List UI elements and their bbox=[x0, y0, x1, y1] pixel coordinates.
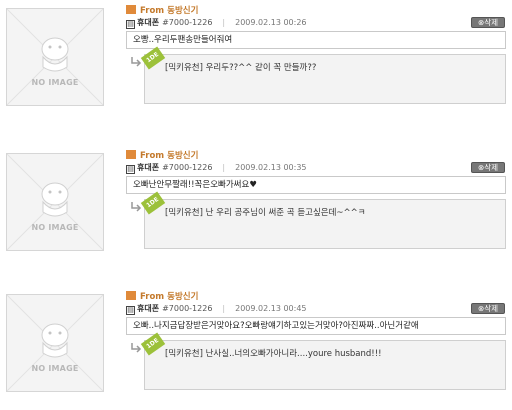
from-line: From 동방신기 bbox=[126, 149, 198, 161]
message-text: 오빠난안무짤래!!꼭은오빠가써요♥ bbox=[126, 176, 506, 194]
phone-icon: ▤ bbox=[126, 306, 135, 315]
reply-text: [믹키유천] 난사실..너의오빠가아니라....youre husband!!! bbox=[165, 349, 382, 359]
no-image-label: NO IMAGE bbox=[31, 78, 79, 87]
phone-label: 휴대폰 bbox=[137, 163, 160, 172]
message-text: 오빠..나지금답장받은거맞아요?오빠랑얘기하고있는거맞아?아진짜짜..아닌거같애 bbox=[126, 317, 506, 335]
phone-icon: ▤ bbox=[126, 20, 135, 29]
no-image-label: NO IMAGE bbox=[31, 223, 79, 232]
from-prefix: From bbox=[140, 292, 165, 302]
phone-number: #7000-1226 bbox=[162, 18, 213, 27]
meta-line: ▤ 휴대폰 #7000-1226 | 2009.02.13 00:26 bbox=[126, 17, 307, 29]
reply-box: 1DE [믹키유천] 우리두??^^ 같이 꼭 만들까?? bbox=[140, 46, 506, 104]
from-prefix: From bbox=[140, 151, 165, 161]
reply-text: [믹키유천] 우리두??^^ 같이 꼭 만들까?? bbox=[165, 63, 317, 73]
separator: | bbox=[222, 18, 226, 27]
delete-label: 삭제 bbox=[484, 163, 499, 172]
profile-thumbnail[interactable]: NO IMAGE bbox=[6, 294, 104, 392]
profile-thumbnail[interactable]: NO IMAGE bbox=[6, 153, 104, 251]
from-line: From 동방신기 bbox=[126, 4, 198, 16]
delete-button[interactable]: ⊗삭제 bbox=[471, 303, 505, 314]
reply-box: 1DE [믹키유천] 난사실..너의오빠가아니라....youre husban… bbox=[140, 332, 506, 390]
from-icon bbox=[126, 150, 136, 159]
timestamp: 2009.02.13 00:45 bbox=[235, 304, 307, 313]
from-icon bbox=[126, 291, 136, 300]
from-icon bbox=[126, 5, 136, 14]
delete-button[interactable]: ⊗삭제 bbox=[471, 17, 505, 28]
meta-line: ▤ 휴대폰 #7000-1226 | 2009.02.13 00:35 bbox=[126, 162, 307, 174]
profile-thumbnail[interactable]: NO IMAGE bbox=[6, 8, 104, 106]
phone-label: 휴대폰 bbox=[137, 304, 160, 313]
phone-number: #7000-1226 bbox=[162, 163, 213, 172]
phone-number: #7000-1226 bbox=[162, 304, 213, 313]
delete-label: 삭제 bbox=[484, 304, 499, 313]
message-text: 오빵..우리두팬송만들어줘여 bbox=[126, 31, 506, 49]
reply-badge: 1DE bbox=[140, 191, 166, 215]
reply-text: [믹키유천] 난 우리 공주님이 써준 곡 듣고싶은데~^^ㅋ bbox=[165, 208, 366, 218]
from-name[interactable]: 동방신기 bbox=[167, 292, 198, 302]
from-name[interactable]: 동방신기 bbox=[167, 6, 198, 16]
separator: | bbox=[222, 304, 226, 313]
delete-label: 삭제 bbox=[484, 18, 499, 27]
from-prefix: From bbox=[140, 6, 165, 16]
phone-label: 휴대폰 bbox=[137, 18, 160, 27]
guestbook-entry-2: NO IMAGE From 동방신기 ▤ 휴대폰 #7000-1226 | 2009.02… bbox=[0, 149, 512, 269]
no-image-icon bbox=[7, 154, 103, 250]
guestbook-entry-3: NO IMAGE From 동방신기 ▤ 휴대폰 #7000-1226 | 2009.02… bbox=[0, 290, 512, 410]
reply-badge: 1DE bbox=[140, 332, 166, 356]
guestbook-entry-1: NO IMAGE From 동방신기 ▤ 휴대폰 #7000-1226 | 2009.02… bbox=[0, 4, 512, 124]
separator: | bbox=[222, 163, 226, 172]
no-image-label: NO IMAGE bbox=[31, 364, 79, 373]
phone-icon: ▤ bbox=[126, 165, 135, 174]
timestamp: 2009.02.13 00:35 bbox=[235, 163, 307, 172]
no-image-icon bbox=[7, 295, 103, 391]
delete-button[interactable]: ⊗삭제 bbox=[471, 162, 505, 173]
reply-box: 1DE [믹키유천] 난 우리 공주님이 써준 곡 듣고싶은데~^^ㅋ bbox=[140, 191, 506, 249]
timestamp: 2009.02.13 00:26 bbox=[235, 18, 307, 27]
from-line: From 동방신기 bbox=[126, 290, 198, 302]
meta-line: ▤ 휴대폰 #7000-1226 | 2009.02.13 00:45 bbox=[126, 303, 307, 315]
reply-badge: 1DE bbox=[140, 46, 166, 70]
from-name[interactable]: 동방신기 bbox=[167, 151, 198, 161]
no-image-icon bbox=[7, 9, 103, 105]
